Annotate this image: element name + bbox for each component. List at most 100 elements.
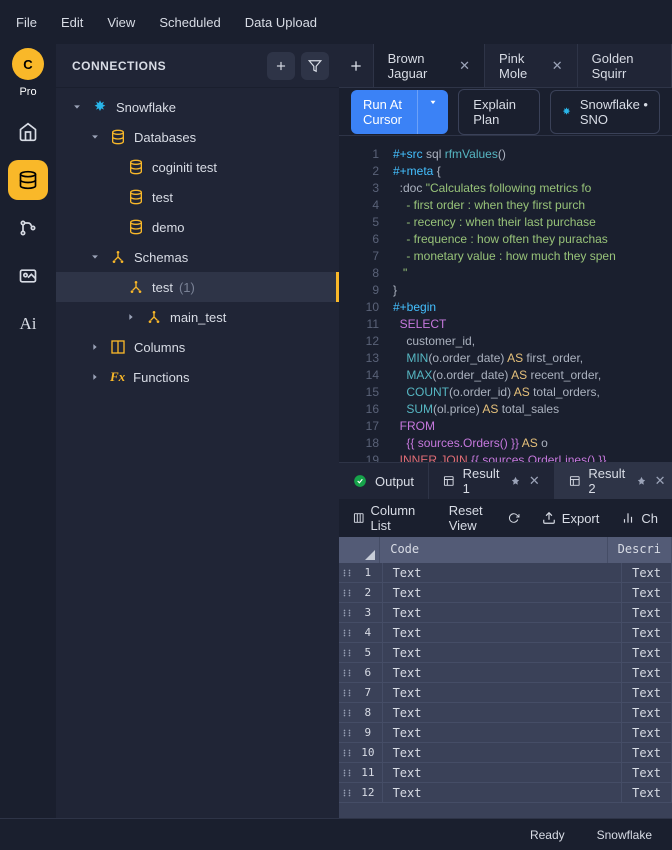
code-editor[interactable]: 1234567891011121314151617181920212223 #+… xyxy=(339,136,672,462)
cell-code[interactable]: Text xyxy=(383,663,623,682)
drag-handle-icon[interactable] xyxy=(339,663,354,682)
menu-file[interactable]: File xyxy=(16,15,37,30)
tree-item-main_test[interactable]: main_test xyxy=(56,302,339,332)
drag-handle-icon[interactable] xyxy=(339,683,354,702)
result-grid[interactable]: Code Descri 1TextText2TextText3TextText4… xyxy=(339,537,672,818)
export-button[interactable]: Export xyxy=(542,511,600,526)
drag-handle-icon[interactable] xyxy=(339,603,354,622)
rail-media-icon[interactable] xyxy=(8,256,48,296)
table-row[interactable]: 3TextText xyxy=(339,603,672,623)
table-row[interactable]: 1TextText xyxy=(339,563,672,583)
rail-branch-icon[interactable] xyxy=(8,208,48,248)
cell-code[interactable]: Text xyxy=(383,603,623,622)
cell-desc[interactable]: Text xyxy=(622,623,672,642)
result-tab-label: Result 2 xyxy=(588,466,627,496)
drag-handle-icon[interactable] xyxy=(339,583,354,602)
run-dropdown-button[interactable] xyxy=(417,90,448,134)
menu-scheduled[interactable]: Scheduled xyxy=(159,15,220,30)
table-row[interactable]: 8TextText xyxy=(339,703,672,723)
tree-item-functions[interactable]: FxFunctions xyxy=(56,362,339,392)
pro-label: Pro xyxy=(19,86,36,98)
add-connection-button[interactable] xyxy=(267,52,295,80)
cell-code[interactable]: Text xyxy=(383,743,623,762)
new-tab-button[interactable] xyxy=(339,44,374,87)
cell-desc[interactable]: Text xyxy=(622,663,672,682)
table-row[interactable]: 2TextText xyxy=(339,583,672,603)
rail-database-icon[interactable] xyxy=(8,160,48,200)
query-tab[interactable]: Brown Jaguar✕ xyxy=(374,44,485,87)
table-row[interactable]: 10TextText xyxy=(339,743,672,763)
close-icon[interactable]: ✕ xyxy=(529,473,540,489)
cell-code[interactable]: Text xyxy=(383,623,623,642)
close-icon[interactable]: ✕ xyxy=(459,58,470,74)
filter-connections-button[interactable] xyxy=(301,52,329,80)
cell-desc[interactable]: Text xyxy=(622,563,672,582)
table-row[interactable]: 9TextText xyxy=(339,723,672,743)
table-row[interactable]: 6TextText xyxy=(339,663,672,683)
table-row[interactable]: 12TextText xyxy=(339,783,672,803)
code-area[interactable]: #+src sql rfmValues()#+meta { :doc "Calc… xyxy=(393,146,672,462)
cell-desc[interactable]: Text xyxy=(622,743,672,762)
drag-handle-icon[interactable] xyxy=(339,643,354,662)
cell-desc[interactable]: Text xyxy=(622,763,672,782)
result-tab[interactable]: Result 2 ✕ xyxy=(555,463,672,499)
cell-desc[interactable]: Text xyxy=(622,703,672,722)
drag-handle-icon[interactable] xyxy=(339,763,354,782)
drag-handle-icon[interactable] xyxy=(339,623,354,642)
row-number: 5 xyxy=(354,643,382,662)
tree-item-databases[interactable]: Databases xyxy=(56,122,339,152)
reset-view-button[interactable]: Reset View xyxy=(449,503,520,533)
output-tab[interactable]: Output xyxy=(339,463,429,499)
drag-handle-icon[interactable] xyxy=(339,563,354,582)
close-icon[interactable]: ✕ xyxy=(655,473,666,489)
cell-code[interactable]: Text xyxy=(383,683,623,702)
query-tab[interactable]: Golden Squirr xyxy=(578,44,672,87)
drag-handle-icon[interactable] xyxy=(339,723,354,742)
cell-desc[interactable]: Text xyxy=(622,643,672,662)
cell-desc[interactable]: Text xyxy=(622,603,672,622)
cell-code[interactable]: Text xyxy=(383,643,623,662)
drag-handle-icon[interactable] xyxy=(339,703,354,722)
tree-item-demo[interactable]: demo xyxy=(56,212,339,242)
tree-item-test[interactable]: test xyxy=(56,182,339,212)
run-at-cursor-button[interactable]: Run At Cursor xyxy=(351,90,417,134)
cell-code[interactable]: Text xyxy=(383,583,623,602)
grid-header-desc[interactable]: Descri xyxy=(608,537,672,563)
grid-corner[interactable] xyxy=(339,537,380,563)
menu-view[interactable]: View xyxy=(107,15,135,30)
pin-icon[interactable] xyxy=(636,476,647,487)
cell-desc[interactable]: Text xyxy=(622,683,672,702)
rail-home-icon[interactable] xyxy=(8,112,48,152)
menu-data-upload[interactable]: Data Upload xyxy=(245,15,317,30)
tree-item-schemas[interactable]: Schemas xyxy=(56,242,339,272)
chart-button[interactable]: Ch xyxy=(621,511,658,526)
grid-header-code[interactable]: Code xyxy=(380,537,607,563)
connection-selector[interactable]: Snowflake • SNO xyxy=(550,90,660,134)
menu-edit[interactable]: Edit xyxy=(61,15,83,30)
tree-item-test[interactable]: test(1) xyxy=(56,272,339,302)
table-row[interactable]: 4TextText xyxy=(339,623,672,643)
cell-code[interactable]: Text xyxy=(383,563,623,582)
pin-icon[interactable] xyxy=(510,476,521,487)
tree-item-columns[interactable]: Columns xyxy=(56,332,339,362)
close-icon[interactable]: ✕ xyxy=(552,58,563,74)
column-list-button[interactable]: Column List xyxy=(353,503,427,533)
cell-code[interactable]: Text xyxy=(383,783,623,802)
cell-code[interactable]: Text xyxy=(383,703,623,722)
cell-desc[interactable]: Text xyxy=(622,723,672,742)
query-tab[interactable]: Pink Mole✕ xyxy=(485,44,578,87)
tree-item-snowflake[interactable]: Snowflake xyxy=(56,92,339,122)
drag-handle-icon[interactable] xyxy=(339,783,354,802)
cell-desc[interactable]: Text xyxy=(622,783,672,802)
drag-handle-icon[interactable] xyxy=(339,743,354,762)
table-row[interactable]: 5TextText xyxy=(339,643,672,663)
tree-item-coginiti-test[interactable]: coginiti test xyxy=(56,152,339,182)
rail-ai-icon[interactable]: Ai xyxy=(8,304,48,344)
cell-code[interactable]: Text xyxy=(383,723,623,742)
cell-code[interactable]: Text xyxy=(383,763,623,782)
table-row[interactable]: 7TextText xyxy=(339,683,672,703)
table-row[interactable]: 11TextText xyxy=(339,763,672,783)
result-tab[interactable]: Result 1✕ xyxy=(429,463,555,499)
cell-desc[interactable]: Text xyxy=(622,583,672,602)
explain-plan-button[interactable]: Explain Plan xyxy=(458,89,539,135)
